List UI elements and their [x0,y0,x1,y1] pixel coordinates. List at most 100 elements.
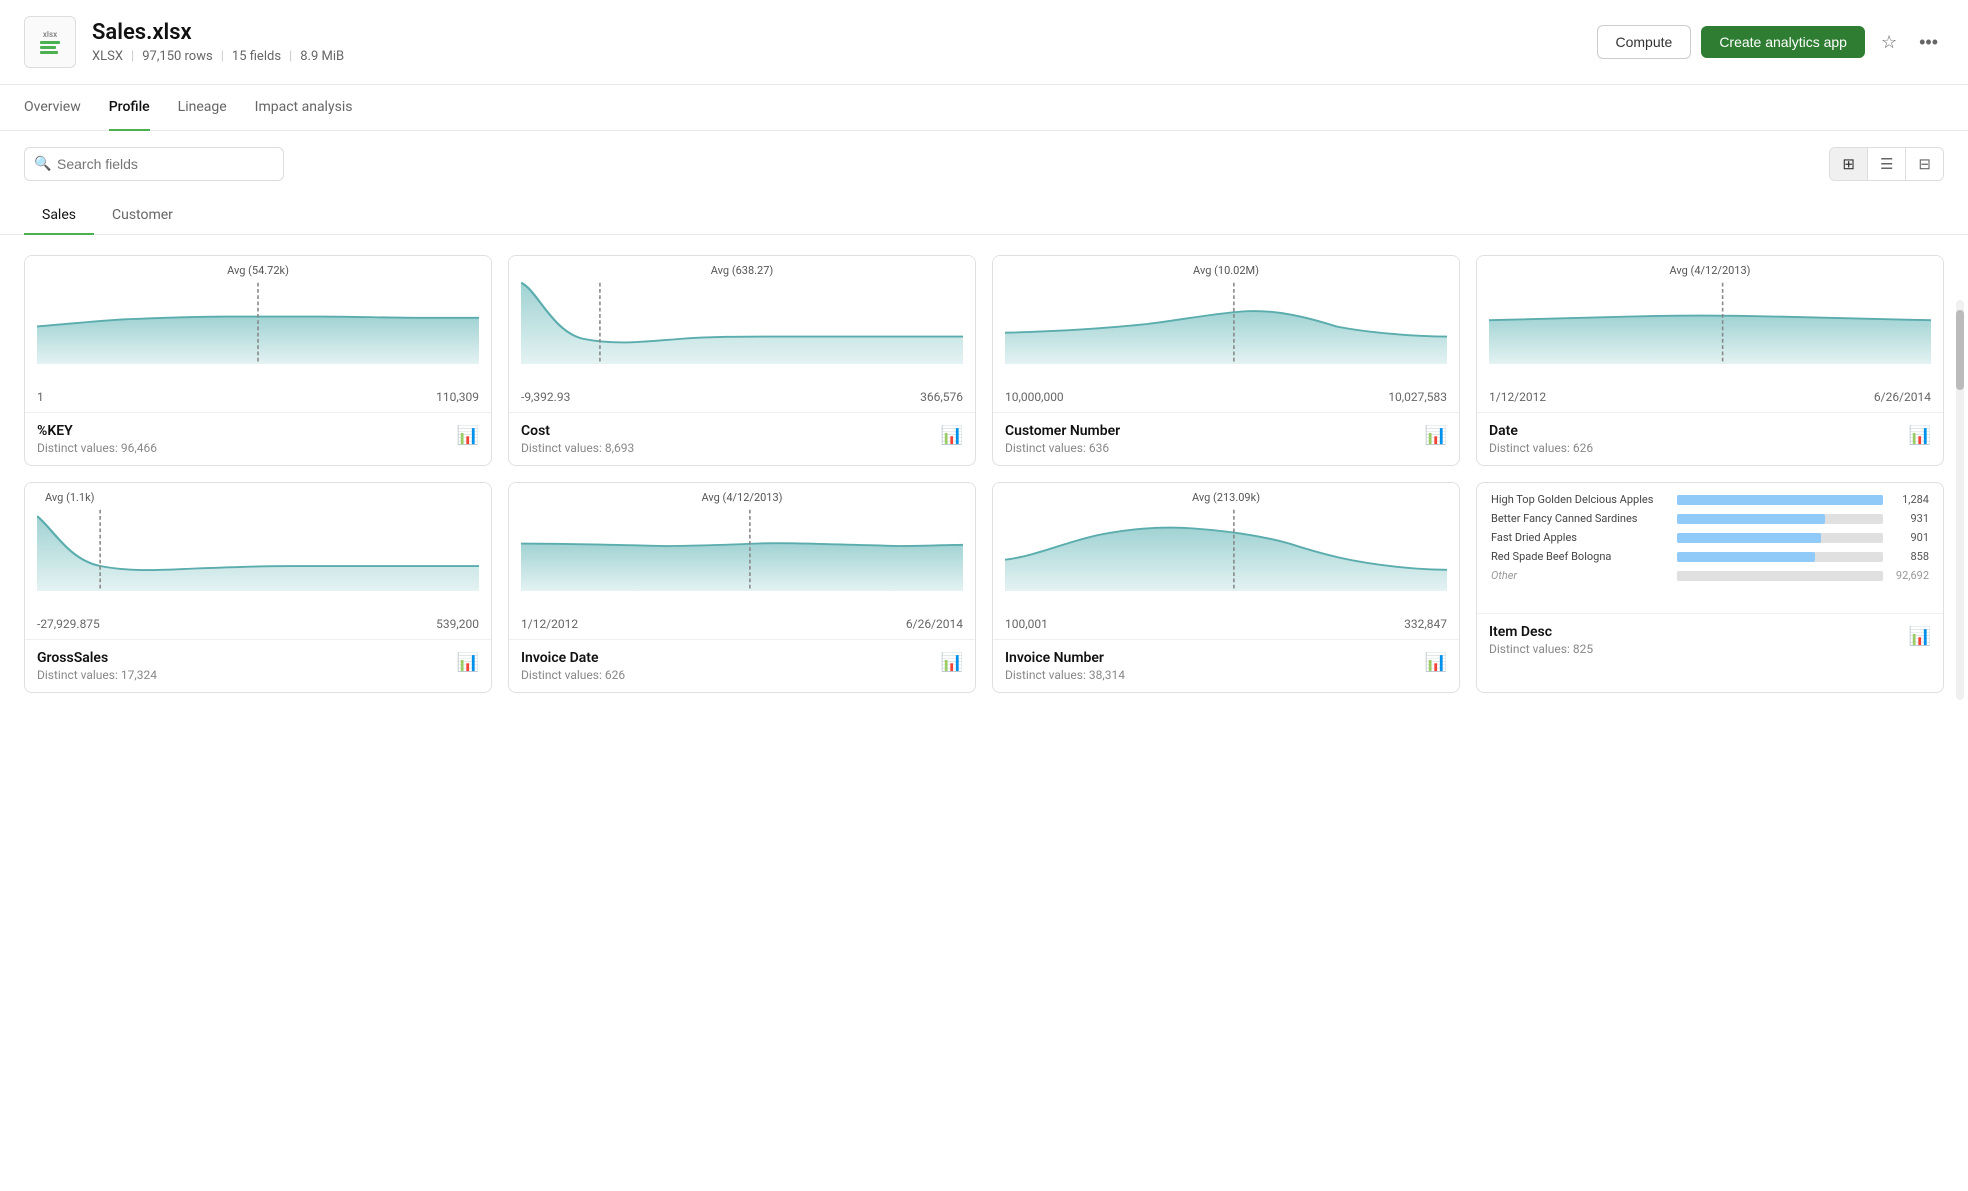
range-gross-sales: -27,929.875 539,200 [25,613,491,639]
chart-invoice-number: Avg (213.09k) [993,483,1459,613]
list-view-button[interactable]: ☰ [1868,148,1906,180]
bar-track-other [1677,571,1883,581]
file-info: Sales.xlsx XLSX | 97,150 rows | 15 field… [92,20,1581,64]
bar-track-1 [1677,495,1883,505]
favorite-button[interactable]: ☆ [1875,26,1903,59]
info-cost: Cost Distinct values: 8,693 📊 [509,412,975,465]
table-view-button[interactable]: ⊟ [1906,148,1943,180]
range-date: 1/12/2012 6/26/2014 [1477,386,1943,412]
card-pct-key: Avg (54.72k) 1 110,309 %KEY Distinc [24,255,492,466]
compute-button[interactable]: Compute [1597,25,1692,59]
bar-item-4: Red Spade Beef Bologna 858 [1491,550,1929,563]
bar-label-1: High Top Golden Delcious Apples [1491,493,1671,506]
chart-invoice-date: Avg (4/12/2013) [509,483,975,613]
bar-count-1: 1,284 [1889,493,1929,506]
card-date: Avg (4/12/2013) 1/12/2012 6/26/2014 Date [1476,255,1944,466]
range-max: 10,027,583 [1388,390,1447,404]
sub-tabs: Sales Customer [0,197,1968,235]
file-icon: xlsx [24,16,76,68]
range-min: 1/12/2012 [521,617,578,631]
range-max: 366,576 [920,390,963,404]
tab-impact-analysis[interactable]: Impact analysis [255,85,353,131]
grid-view-button[interactable]: ⊞ [1830,148,1868,180]
distinct-customer-number: Distinct values: 636 [1005,441,1120,455]
distinct-cost: Distinct values: 8,693 [521,441,634,455]
field-name-item-desc: Item Desc [1489,624,1593,640]
chart-icon-gross-sales: 📊 [457,652,479,673]
card-cost: Avg (638.27) -9,392.93 366,576 Cost [508,255,976,466]
field-name-cost: Cost [521,423,634,439]
create-analytics-button[interactable]: Create analytics app [1701,26,1865,58]
bar-count-other: 92,692 [1889,569,1929,582]
avg-label-invoice-date: Avg (4/12/2013) [701,491,782,504]
search-icon: 🔍 [34,156,51,172]
distinct-invoice-number: Distinct values: 38,314 [1005,668,1125,682]
chart-item-desc: High Top Golden Delcious Apples 1,284 Be… [1477,483,1943,613]
cards-area: Avg (54.72k) 1 110,309 %KEY Distinc [0,235,1968,713]
avg-label-gross-sales: Avg (1.1k) [45,491,95,504]
range-min: -9,392.93 [521,390,570,404]
field-name-date: Date [1489,423,1593,439]
more-options-button[interactable]: ••• [1913,26,1944,59]
tab-lineage[interactable]: Lineage [178,85,227,131]
range-max: 110,309 [436,390,479,404]
bar-label-other: Other [1491,569,1671,582]
file-format: XLSX [92,49,123,64]
info-item-desc: Item Desc Distinct values: 825 📊 [1477,613,1943,666]
search-wrap: 🔍 [24,147,284,181]
chart-pct-key: Avg (54.72k) [25,256,491,386]
file-meta: XLSX | 97,150 rows | 15 fields | 8.9 MiB [92,49,1581,64]
bar-count-3: 901 [1889,531,1929,544]
avg-label-customer-number: Avg (10.02M) [1193,264,1259,277]
range-max: 6/26/2014 [1874,390,1931,404]
chart-gross-sales: Avg (1.1k) [25,483,491,613]
card-item-desc: High Top Golden Delcious Apples 1,284 Be… [1476,482,1944,693]
chart-icon-cost: 📊 [941,425,963,446]
file-ext: xlsx [40,30,60,39]
scrollbar-thumb[interactable] [1956,310,1964,390]
info-gross-sales: GrossSales Distinct values: 17,324 📊 [25,639,491,692]
range-cost: -9,392.93 366,576 [509,386,975,412]
tab-overview[interactable]: Overview [24,85,81,131]
info-invoice-date: Invoice Date Distinct values: 626 📊 [509,639,975,692]
field-name-invoice-date: Invoice Date [521,650,625,666]
info-date: Date Distinct values: 626 📊 [1477,412,1943,465]
bar-count-4: 858 [1889,550,1929,563]
range-min: -27,929.875 [37,617,100,631]
avg-label-cost: Avg (638.27) [711,264,773,277]
scrollbar-track[interactable] [1956,300,1964,700]
range-customer-number: 10,000,000 10,027,583 [993,386,1459,412]
bar-track-3 [1677,533,1883,543]
cards-grid: Avg (54.72k) 1 110,309 %KEY Distinc [24,255,1944,693]
bar-fill-4 [1677,552,1815,562]
distinct-date: Distinct values: 626 [1489,441,1593,455]
tab-profile[interactable]: Profile [109,85,150,131]
chart-icon-pct-key: 📊 [457,425,479,446]
bar-fill-3 [1677,533,1821,543]
main-tabs: Overview Profile Lineage Impact analysis [0,85,1968,131]
bar-item-other: Other 92,692 [1491,569,1929,582]
sub-tab-customer[interactable]: Customer [94,197,191,235]
bar-count-2: 931 [1889,512,1929,525]
sub-tab-sales[interactable]: Sales [24,197,94,235]
header-actions: Compute Create analytics app ☆ ••• [1597,25,1945,59]
bar-label-4: Red Spade Beef Bologna [1491,550,1671,563]
search-input[interactable] [24,147,284,181]
chart-icon-customer-number: 📊 [1425,425,1447,446]
range-max: 332,847 [1404,617,1447,631]
card-customer-number: Avg (10.02M) 10,000,000 10,027,583 Custo… [992,255,1460,466]
field-name-invoice-number: Invoice Number [1005,650,1125,666]
avg-label-invoice-number: Avg (213.09k) [1192,491,1260,504]
range-max: 6/26/2014 [906,617,963,631]
chart-date: Avg (4/12/2013) [1477,256,1943,386]
range-min: 1/12/2012 [1489,390,1546,404]
range-min: 100,001 [1005,617,1048,631]
chart-customer-number: Avg (10.02M) [993,256,1459,386]
bar-fill-1 [1677,495,1883,505]
range-invoice-date: 1/12/2012 6/26/2014 [509,613,975,639]
field-name-gross-sales: GrossSales [37,650,157,666]
card-gross-sales: Avg (1.1k) -27,929.875 539,200 GrossSale… [24,482,492,693]
distinct-invoice-date: Distinct values: 626 [521,668,625,682]
range-max: 539,200 [436,617,479,631]
info-invoice-number: Invoice Number Distinct values: 38,314 📊 [993,639,1459,692]
